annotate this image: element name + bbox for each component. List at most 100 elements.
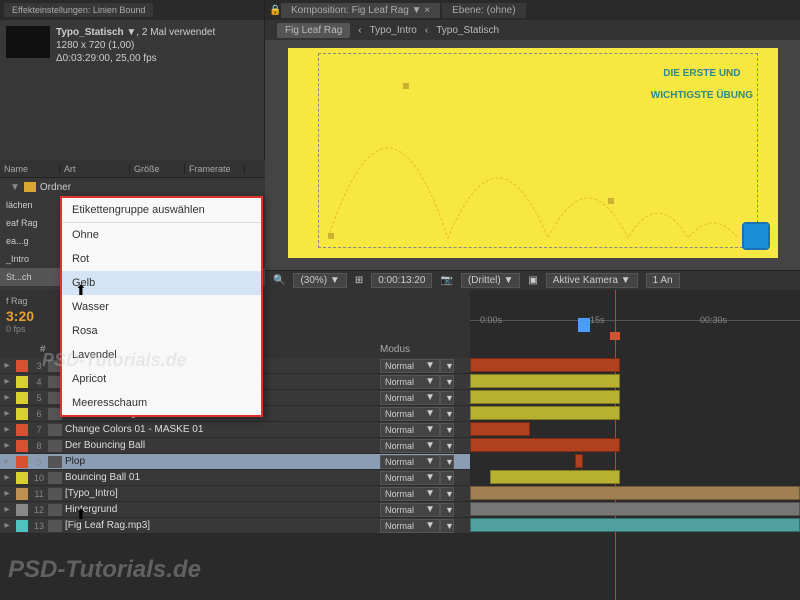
blend-mode-dropdown[interactable]: Normal ▼ [380,391,440,405]
label-color[interactable] [16,408,28,420]
grid-icon[interactable]: ⊞ [355,275,363,286]
visibility-icon[interactable]: ▸ [0,392,14,403]
layer-number: 7 [30,425,48,435]
views-dropdown[interactable]: 1 An [646,273,680,288]
context-menu-item[interactable]: Apricot [62,367,261,391]
label-color[interactable] [16,424,28,436]
visibility-icon[interactable]: ▸ [0,472,14,483]
track-matte-dropdown[interactable]: ▼ [440,423,454,437]
visibility-icon[interactable]: ▸ [0,360,14,371]
label-color[interactable] [16,392,28,404]
track-matte-dropdown[interactable]: ▼ [440,439,454,453]
layer-row[interactable]: ▸10Bouncing Ball 01Normal ▼▼ [0,470,470,486]
layer-type-icon [48,504,62,516]
layer-bar[interactable] [470,374,620,388]
visibility-icon[interactable]: ▸ [0,488,14,499]
visibility-icon[interactable]: ▸ [0,520,14,531]
layer-number: 12 [30,505,48,515]
resolution-dropdown[interactable]: (Drittel) ▼ [461,273,520,288]
blend-mode-dropdown[interactable]: Normal ▼ [380,407,440,421]
blend-mode-dropdown[interactable]: Normal ▼ [380,503,440,517]
layer-row[interactable]: ▸11[Typo_Intro]Normal ▼▼ [0,486,470,502]
crumb[interactable]: Typo_Intro [370,25,417,36]
current-time[interactable]: 3:20 [6,308,54,324]
track-matte-dropdown[interactable]: ▼ [440,407,454,421]
layer-bar[interactable] [470,358,620,372]
layer-bar[interactable] [470,518,800,532]
anchor-handle[interactable] [328,233,334,239]
layer-row[interactable]: ▸12HintergrundNormal ▼▼ [0,502,470,518]
track-matte-dropdown[interactable]: ▼ [440,487,454,501]
label-color[interactable] [16,456,28,468]
bouncing-ball[interactable] [742,222,770,250]
track-matte-dropdown[interactable]: ▼ [440,519,454,533]
label-color[interactable] [16,376,28,388]
magnify-icon[interactable]: 🔍 [273,275,285,286]
visibility-icon[interactable]: ▸ [0,456,14,467]
blend-mode-dropdown[interactable]: Normal ▼ [380,487,440,501]
label-color[interactable] [16,488,28,500]
view-icon[interactable]: ▣ [528,275,537,286]
label-color[interactable] [16,504,28,516]
viewport[interactable]: DIE ERSTE UNDWICHTIGSTE ÜBUNG [265,40,800,270]
label-color[interactable] [16,440,28,452]
layer-type-icon [48,520,62,532]
timecode-display[interactable]: 0:00:13:20 [371,273,432,288]
layer-bar[interactable] [470,422,530,436]
context-menu-item[interactable]: Wasser [62,295,261,319]
layer-row[interactable]: ▸7Change Colors 01 - MASKE 01Normal ▼▼ [0,422,470,438]
label-color[interactable] [16,360,28,372]
layer-bar[interactable] [470,406,620,420]
blend-mode-dropdown[interactable]: Normal ▼ [380,471,440,485]
project-folder-row[interactable]: ▼ Ordner [0,178,265,196]
track-matte-dropdown[interactable]: ▼ [440,471,454,485]
label-color[interactable] [16,472,28,484]
blend-mode-dropdown[interactable]: Normal ▼ [380,359,440,373]
visibility-icon[interactable]: ▸ [0,408,14,419]
visibility-icon[interactable]: ▸ [0,440,14,451]
context-menu-item[interactable]: Ohne [62,223,261,247]
layer-tab[interactable]: Ebene: (ohne) [442,3,525,18]
playhead[interactable] [578,318,590,332]
layer-bar[interactable] [470,438,620,452]
blend-mode-dropdown[interactable]: Normal ▼ [380,423,440,437]
label-color[interactable] [16,520,28,532]
crumb[interactable]: Typo_Statisch [436,25,499,36]
blend-mode-dropdown[interactable]: Normal ▼ [380,375,440,389]
track-matte-dropdown[interactable]: ▼ [440,391,454,405]
time-ruler[interactable]: 0:00s 15s 00:30s [470,290,800,340]
track-matte-dropdown[interactable]: ▼ [440,455,454,469]
blend-mode-dropdown[interactable]: Normal ▼ [380,519,440,533]
layer-row[interactable]: ▸8Der Bouncing BallNormal ▼▼ [0,438,470,454]
layer-bar[interactable] [470,486,800,500]
context-menu-item[interactable]: Meeresschaum [62,391,261,415]
camera-icon[interactable]: 📷 [440,275,452,286]
effect-tab[interactable]: Effekteinstellungen: Linien Bound [4,3,153,17]
blend-mode-dropdown[interactable]: Normal ▼ [380,439,440,453]
context-menu-item[interactable]: Lavendel [62,343,261,367]
camera-dropdown[interactable]: Aktive Kamera ▼ [546,273,638,288]
comp-tab[interactable]: Komposition: Fig Leaf Rag ▼ × [281,3,440,18]
crumb-active[interactable]: Fig Leaf Rag [277,23,350,38]
visibility-icon[interactable]: ▸ [0,424,14,435]
track-matte-dropdown[interactable]: ▼ [440,503,454,517]
blend-mode-dropdown[interactable]: Normal ▼ [380,455,440,469]
context-menu-item[interactable]: Gelb [62,271,261,295]
layer-bar[interactable] [575,454,583,468]
anchor-handle[interactable] [403,83,409,89]
visibility-icon[interactable]: ▸ [0,376,14,387]
track-matte-dropdown[interactable]: ▼ [440,375,454,389]
anchor-handle[interactable] [608,198,614,204]
layer-row[interactable]: ▸9PlopNormal ▼▼ [0,454,470,470]
layer-bar[interactable] [490,470,620,484]
zoom-dropdown[interactable]: (30%) ▼ [293,273,346,288]
canvas[interactable]: DIE ERSTE UNDWICHTIGSTE ÜBUNG [288,48,778,258]
layer-bar[interactable] [470,502,800,516]
track-matte-dropdown[interactable]: ▼ [440,359,454,373]
layer-bar[interactable] [470,390,620,404]
visibility-icon[interactable]: ▸ [0,504,14,515]
context-menu-item[interactable]: Rot [62,247,261,271]
lock-icon[interactable]: 🔒 [269,5,279,16]
layer-row[interactable]: ▸13[Fig Leaf Rag.mp3]Normal ▼▼ [0,518,470,534]
context-menu-item[interactable]: Rosa [62,319,261,343]
